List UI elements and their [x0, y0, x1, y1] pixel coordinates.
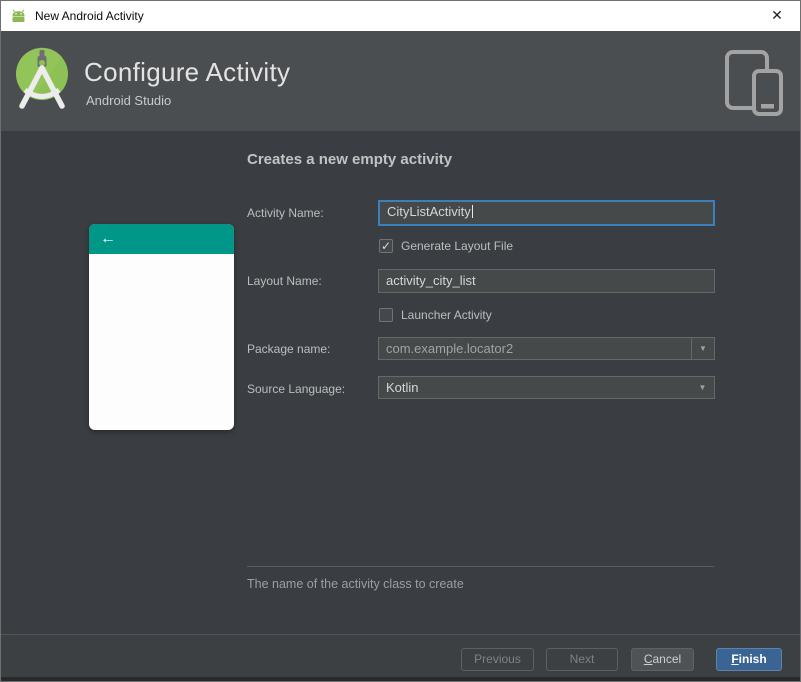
activity-name-input[interactable]: CityListActivity	[378, 200, 715, 226]
package-name-dropdown-button[interactable]: ▼	[691, 338, 714, 359]
activity-name-label: Activity Name:	[247, 206, 324, 220]
layout-name-label: Layout Name:	[247, 274, 322, 288]
source-language-combobox[interactable]: Kotlin ▼	[378, 376, 715, 399]
source-language-value: Kotlin	[386, 380, 419, 395]
back-arrow-icon: ←	[100, 230, 116, 247]
activity-name-value: CityListActivity	[387, 204, 471, 219]
layout-name-input[interactable]: activity_city_list	[378, 269, 715, 293]
package-name-label: Package name:	[247, 342, 331, 356]
launcher-activity-checkbox[interactable]	[379, 308, 393, 322]
window-bottom-edge	[1, 677, 800, 681]
wizard-header: Configure Activity Android Studio	[1, 31, 800, 131]
title-bar: New Android Activity ✕	[1, 1, 800, 31]
field-hint: The name of the activity class to create	[247, 577, 464, 591]
package-name-combobox[interactable]: com.example.locator2 ▼	[378, 337, 715, 360]
checkmark-icon: ✓	[380, 239, 392, 253]
dialog-window: New Android Activity ✕ Configure Activit…	[0, 0, 801, 682]
generate-layout-checkbox[interactable]: ✓	[379, 239, 393, 253]
launcher-activity-label: Launcher Activity	[401, 308, 492, 322]
dialog-footer: Previous Next Cancel Finish	[1, 634, 800, 678]
cancel-button[interactable]: Cancel	[631, 648, 694, 671]
package-name-value: com.example.locator2	[386, 341, 514, 356]
source-language-dropdown-button[interactable]: ▼	[691, 377, 714, 398]
source-language-label: Source Language:	[247, 382, 346, 396]
window-title: New Android Activity	[35, 9, 144, 23]
hint-separator	[247, 566, 714, 567]
generate-layout-label: Generate Layout File	[401, 239, 514, 253]
android-studio-logo	[16, 47, 68, 109]
devices-icon	[725, 50, 783, 116]
form-heading: Creates a new empty activity	[247, 151, 453, 168]
chevron-down-icon: ▼	[699, 344, 707, 353]
layout-name-value: activity_city_list	[386, 273, 476, 288]
chevron-down-icon: ▼	[698, 383, 707, 392]
text-caret	[471, 205, 473, 218]
android-icon	[12, 9, 25, 22]
finish-button[interactable]: Finish	[716, 648, 782, 671]
launcher-activity-row[interactable]: Launcher Activity	[379, 308, 492, 322]
wizard-subtitle: Android Studio	[86, 93, 172, 108]
previous-button[interactable]: Previous	[461, 648, 534, 671]
next-button[interactable]: Next	[546, 648, 618, 671]
wizard-content: Creates a new empty activity ← Activity …	[1, 131, 800, 634]
close-button[interactable]: ✕	[754, 1, 800, 30]
wizard-title: Configure Activity	[84, 57, 291, 87]
preview-appbar: ←	[89, 224, 234, 254]
activity-preview: ←	[89, 224, 234, 430]
generate-layout-row[interactable]: ✓ Generate Layout File	[379, 239, 513, 253]
